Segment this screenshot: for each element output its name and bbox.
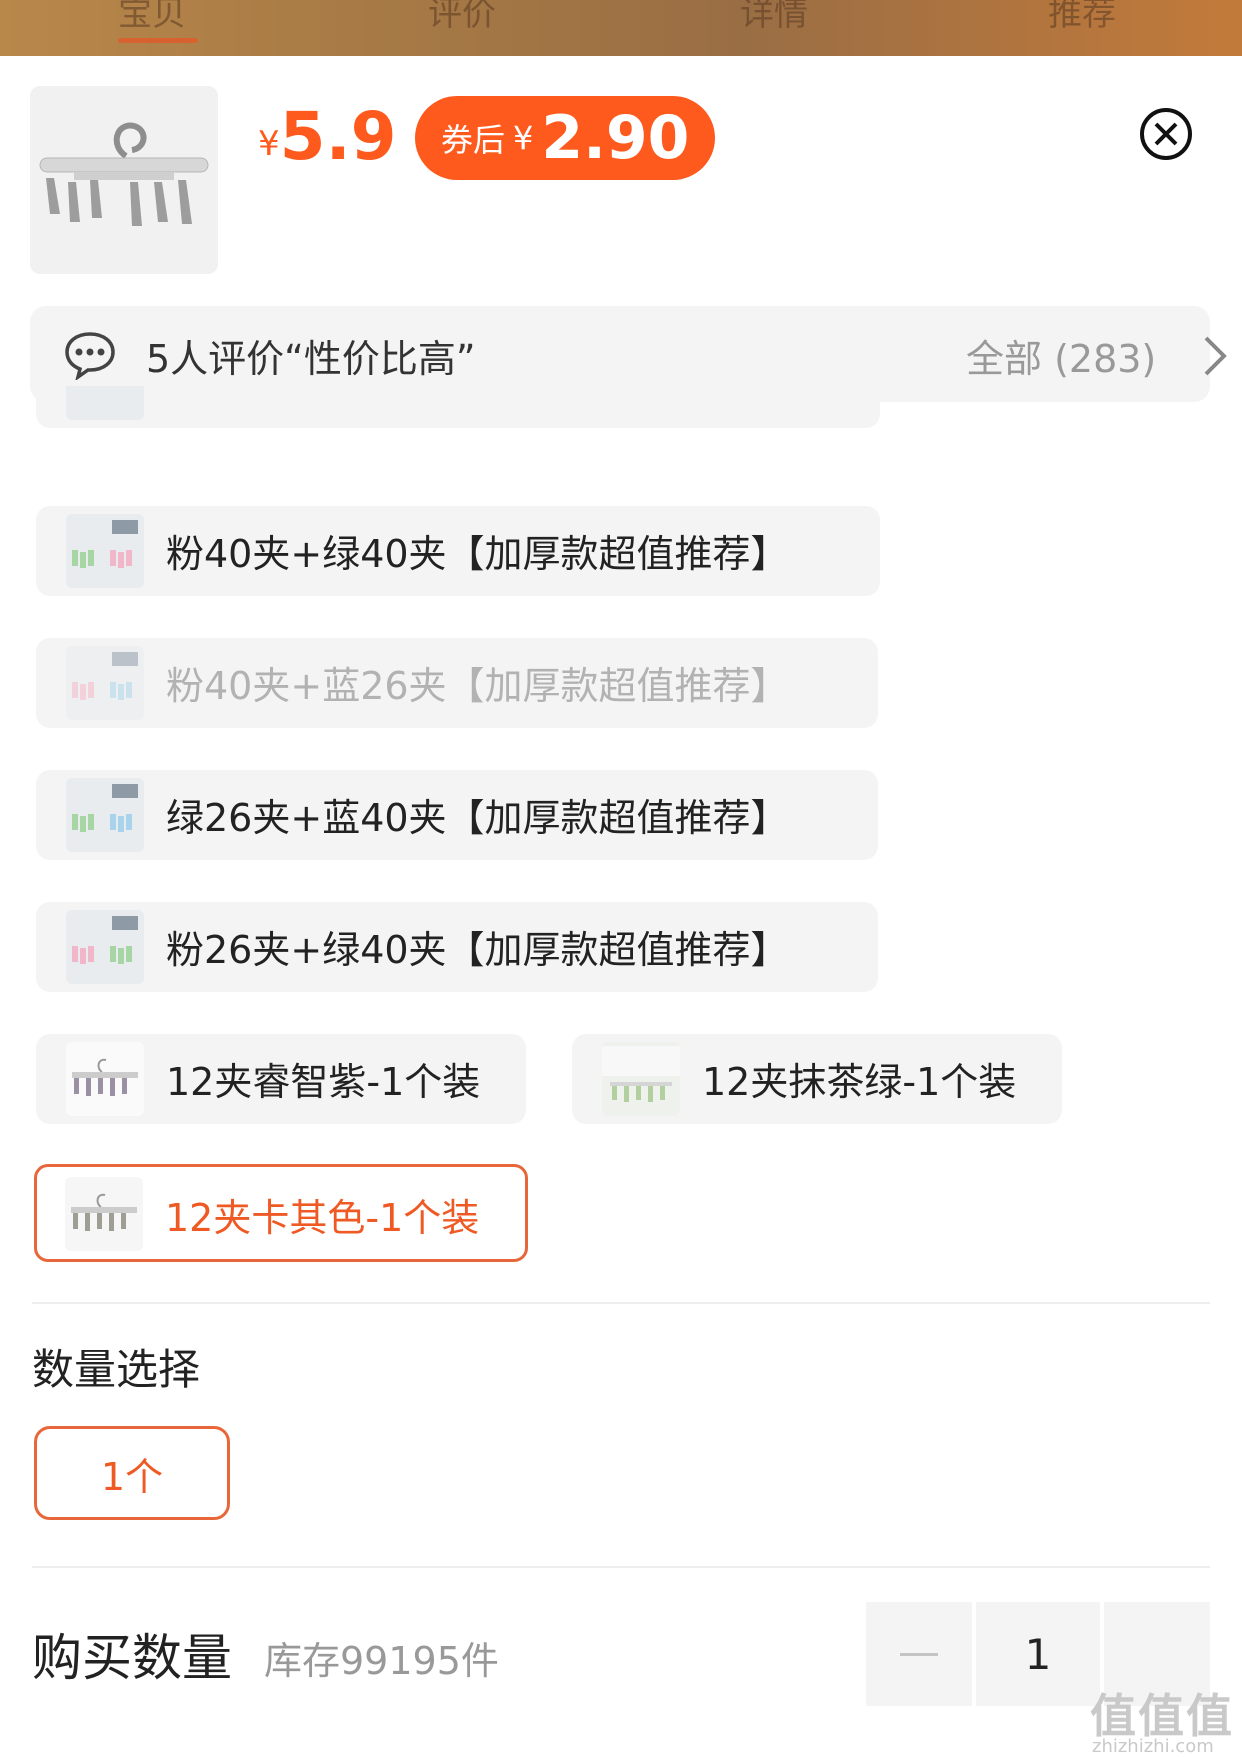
sku-option-disabled[interactable]: 粉40夹+蓝26夹【加厚款超值推荐】	[36, 638, 878, 728]
stock-count: 库存99195件	[264, 1639, 499, 1683]
sku-option-label: 粉40夹+蓝26夹【加厚款超值推荐】	[166, 664, 789, 708]
sku-option-image	[66, 514, 144, 588]
sku-option-label: 12夹睿智紫-1个装	[166, 1060, 481, 1104]
sku-option-image	[65, 1177, 143, 1251]
product-thumbnail[interactable]	[30, 86, 218, 274]
price-value: 5.9	[279, 98, 397, 175]
watermark: 值值值 zhizhizhi.com	[1090, 1680, 1234, 1757]
coupon-value: 2.90	[541, 103, 690, 173]
sku-option-image	[66, 910, 144, 984]
sku-option-image	[66, 1042, 144, 1116]
sku-option[interactable]: 粉26夹+绿40夹【加厚款超值推荐】	[36, 902, 878, 992]
review-summary-text: 5人评价“性价比高”	[146, 337, 476, 381]
sku-option-label: 粉40夹+绿40夹【加厚款超值推荐】	[166, 532, 789, 576]
sku-option-image	[66, 386, 144, 420]
close-icon[interactable]	[1138, 106, 1194, 162]
tab-recommend[interactable]: 推荐	[1048, 0, 1116, 35]
quantity-select-title: 数量选择	[32, 1345, 201, 1394]
watermark-site: zhizhizhi.com	[1092, 1736, 1214, 1757]
active-tab-indicator	[118, 38, 198, 43]
coupon-label: 券后	[441, 121, 506, 159]
price-currency: ¥	[258, 124, 280, 164]
tab-details[interactable]: 详情	[740, 0, 808, 35]
chevron-right-icon	[1200, 334, 1230, 378]
sku-option-selected[interactable]: 12夹卡其色-1个装	[34, 1164, 528, 1262]
sku-option-label: 12夹卡其色-1个装	[165, 1196, 480, 1240]
tab-reviews[interactable]: 评价	[428, 0, 496, 35]
sku-option-image	[66, 646, 144, 720]
all-reviews-count[interactable]: 全部 (283)	[966, 328, 1156, 383]
sku-option[interactable]: 绿26夹+蓝40夹【加厚款超值推荐】	[36, 770, 878, 860]
sku-option[interactable]: 12夹睿智紫-1个装	[36, 1034, 526, 1124]
sku-option[interactable]: 粉40夹+绿40夹【加厚款超值推荐】	[36, 506, 880, 596]
chat-bubble-icon	[64, 330, 116, 382]
price: ¥5.9	[258, 98, 397, 175]
sku-option-image	[602, 1042, 680, 1116]
section-divider	[32, 1302, 1210, 1304]
decrement-button[interactable]	[866, 1602, 972, 1706]
purchase-quantity-title: 购买数量	[32, 1629, 232, 1687]
tab-baobei[interactable]: 宝贝	[118, 0, 186, 35]
sku-option-label: 绿26夹+蓝40夹【加厚款超值推荐】	[166, 796, 789, 840]
coupon-price-badge: 券后 ¥ 2.90	[415, 96, 716, 180]
sku-option-label: 12夹抹茶绿-1个装	[702, 1060, 1017, 1104]
sku-option-partial[interactable]	[36, 386, 880, 428]
section-divider	[32, 1566, 1210, 1568]
top-tab-bar: 宝贝 评价 详情 推荐	[0, 0, 1242, 56]
sku-option-image	[66, 778, 144, 852]
sku-selection-sheet: ¥5.9 券后 ¥ 2.90 5人评价“性价比高” 全部 (283) 粉40夹+…	[0, 56, 1242, 1757]
sku-option-label: 粉26夹+绿40夹【加厚款超值推荐】	[166, 928, 789, 972]
quantity-value[interactable]: 1	[976, 1602, 1100, 1706]
sku-option[interactable]: 12夹抹茶绿-1个装	[572, 1034, 1062, 1124]
coupon-currency: ¥	[513, 119, 534, 157]
quantity-option-selected[interactable]: 1个	[34, 1426, 230, 1520]
